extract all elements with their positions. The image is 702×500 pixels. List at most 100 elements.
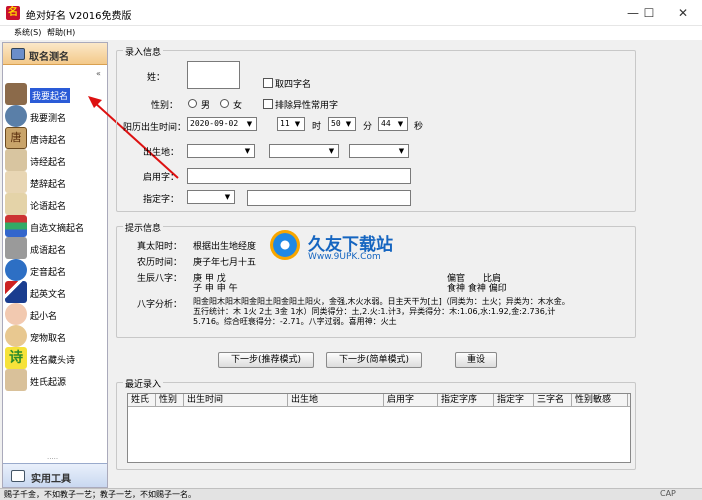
next-recommend-button[interactable]: 下一步(推荐模式)	[218, 352, 314, 368]
sidebar-item-custom-excerpt[interactable]: 自选文摘起名	[5, 215, 107, 237]
chevron-down-icon: ▼	[345, 120, 352, 128]
surname-input[interactable]	[187, 61, 240, 89]
column-header[interactable]: 姓氏	[128, 394, 156, 407]
sidebar-item-label: 姓名藏头诗	[30, 356, 76, 366]
column-header[interactable]: 性别	[156, 394, 184, 407]
dog-icon	[5, 325, 27, 347]
folder-icon	[11, 48, 25, 60]
solar-time-value: 根据出生地经度	[193, 242, 257, 252]
maximize-button[interactable]: ☐	[632, 0, 666, 26]
chevron-down-icon: ▼	[294, 120, 301, 128]
hour-select[interactable]: 11 ▼	[277, 117, 305, 131]
idiom-book-icon	[5, 237, 27, 259]
sidebar-item-label: 姓氏起源	[30, 378, 67, 388]
sidebar-item-lunyu[interactable]: 论语起名	[5, 193, 107, 215]
column-header[interactable]: 性别敏感	[572, 394, 628, 407]
city-select[interactable]: ▼	[269, 144, 339, 158]
birth-date-picker[interactable]: 2020-09-02 ▼	[187, 117, 257, 131]
column-header[interactable]: 出生时间	[184, 394, 288, 407]
uk-flag-icon	[5, 281, 27, 303]
male-radio[interactable]	[188, 99, 197, 108]
province-select[interactable]: ▼	[187, 144, 255, 158]
sidebar-footer[interactable]: 实用工具	[3, 463, 107, 487]
sidebar-item-english-name[interactable]: 起英文名	[5, 281, 107, 303]
column-header[interactable]: 指定字	[494, 394, 534, 407]
confucius-icon	[5, 193, 27, 215]
bazi-branches: 子 申 申 午	[193, 284, 238, 294]
next-simple-button[interactable]: 下一步(简单模式)	[326, 352, 422, 368]
column-header[interactable]: 指定字序	[438, 394, 494, 407]
column-header[interactable]: 出生地	[288, 394, 384, 407]
birth-date-value: 2020-09-02	[190, 119, 239, 128]
input-group-title: 录入信息	[123, 45, 164, 58]
sidebar-item-label: 自选文摘起名	[30, 224, 85, 234]
birthplace-label: 出生地：	[143, 148, 180, 158]
second-value: 44	[381, 119, 391, 128]
sidebar-splitter-grip[interactable]: .....	[47, 453, 58, 461]
county-select[interactable]: ▼	[349, 144, 409, 158]
exclude-opposite-label: 排除异性常用字	[275, 101, 339, 111]
minute-select[interactable]: 50 ▼	[328, 117, 356, 131]
reset-button[interactable]: 重设	[455, 352, 497, 368]
baby-icon	[5, 303, 27, 325]
sidebar-item-pet-name[interactable]: 宠物取名	[5, 325, 107, 347]
fixed-char-input[interactable]	[247, 190, 411, 206]
lunar-time-value: 庚子年七月十五	[193, 258, 257, 268]
sidebar-item-label: 楚辞起名	[30, 180, 67, 190]
gen-char-label: 启用字：	[143, 173, 180, 183]
exclude-opposite-checkbox[interactable]	[263, 99, 273, 109]
column-header[interactable]: 三字名	[534, 394, 572, 407]
scroll-up-icon[interactable]: «	[96, 69, 101, 78]
hour-unit: 时	[312, 122, 322, 132]
sidebar-item-label: 宠物取名	[30, 334, 67, 344]
sidebar-item-surname-origin[interactable]: 姓氏起源	[5, 369, 107, 391]
person-icon	[5, 83, 27, 105]
sidebar-item-label: 论语起名	[30, 202, 67, 212]
gender-label: 性别：	[151, 101, 179, 111]
sidebar-item-label: 定音起名	[30, 268, 67, 278]
fixed-char-position-select[interactable]: ▼	[187, 190, 235, 204]
hour-value: 11	[280, 119, 290, 128]
sidebar-item-idiom[interactable]: 成语起名	[5, 237, 107, 259]
analysis-line: 5.716。综合旺衰得分：-2.71。八字过弱。喜用神：火土	[193, 317, 397, 326]
sidebar-item-acrostic[interactable]: 诗 姓名藏头诗	[5, 347, 107, 369]
four-char-checkbox[interactable]	[263, 78, 273, 88]
female-radio[interactable]	[220, 99, 229, 108]
analysis-line: 阳金阳木阳木阳金阳土阳金阳土阳火，金强,木火水弱。日主天干为[土]（同类为：土火…	[193, 297, 570, 306]
birth-time-label: 阳历出生时间：	[123, 123, 187, 133]
second-select[interactable]: 44 ▼	[378, 117, 408, 131]
four-char-label: 取四字名	[275, 80, 312, 90]
sidebar-item-label: 我要起名	[30, 88, 71, 103]
sidebar-header[interactable]: 取名测名	[3, 43, 107, 65]
scroll-icon	[5, 369, 27, 391]
fixed-char-label: 指定字：	[143, 195, 180, 205]
lunar-time-label: 农历时间：	[137, 258, 183, 268]
menu-system[interactable]: 系统(S)	[14, 27, 41, 38]
column-header[interactable]: 启用字	[384, 394, 438, 407]
bazi-label: 生辰八字：	[137, 274, 183, 284]
male-label: 男	[201, 101, 211, 111]
chevron-down-icon: ▼	[328, 147, 335, 155]
surname-label: 姓：	[147, 73, 166, 83]
sidebar-item-tone[interactable]: 定音起名	[5, 259, 107, 281]
sidebar-item-label: 起小名	[30, 312, 58, 322]
minute-unit: 分	[363, 122, 373, 132]
sidebar-footer-label: 实用工具	[31, 474, 71, 485]
chevron-down-icon: ▼	[246, 120, 253, 128]
window-title: 绝对好名 V2016免费版	[26, 11, 132, 22]
analysis-label: 八字分析：	[137, 300, 183, 310]
caps-indicator: CAP	[660, 489, 676, 498]
sidebar-item-nickname[interactable]: 起小名	[5, 303, 107, 325]
recent-table[interactable]: 姓氏 性别 出生时间 出生地 启用字 指定字序 指定字 三字名 性别敏感	[127, 393, 631, 463]
sound-icon	[5, 259, 27, 281]
recent-group-title: 最近录入	[123, 377, 164, 390]
poet-icon	[5, 171, 27, 193]
gen-char-input[interactable]	[187, 168, 411, 184]
status-bar: 赐子千金，不如教子一艺；教子一艺，不如赐子一名。 CAP	[0, 488, 702, 500]
chevron-down-icon: ▼	[224, 193, 231, 201]
sidebar-item-label: 起英文名	[30, 290, 67, 300]
table-header: 姓氏 性别 出生时间 出生地 启用字 指定字序 指定字 三字名 性别敏感	[128, 394, 630, 407]
tang-seal-icon: 唐	[5, 127, 27, 149]
menu-help[interactable]: 帮助(H)	[47, 27, 75, 38]
close-button[interactable]: ✕	[666, 0, 700, 26]
